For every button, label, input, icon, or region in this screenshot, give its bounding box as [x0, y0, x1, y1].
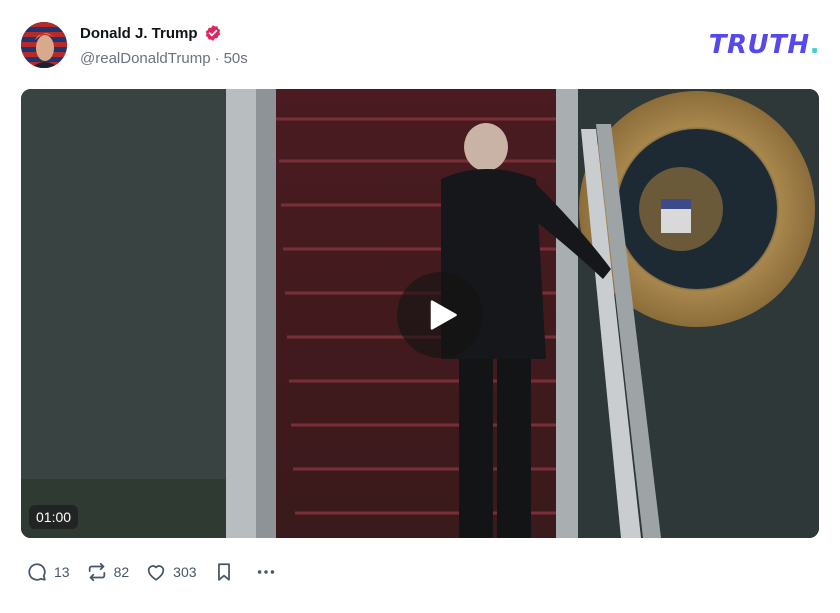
author-row: Donald J. Trump [80, 24, 222, 42]
reply-count: 13 [54, 564, 70, 580]
action-bar: 13 82 303 [26, 559, 293, 585]
truth-logo-dot: . [809, 30, 820, 60]
repost-button[interactable]: 82 [86, 561, 130, 583]
repost-count: 82 [113, 564, 130, 580]
truth-logo[interactable]: TRUTH. [709, 30, 820, 60]
meta-separator: · [214, 50, 220, 67]
verified-badge-icon [204, 24, 222, 42]
author-handle[interactable]: @realDonaldTrump [80, 50, 211, 67]
post-card: Donald J. Trump @realDonaldTrump · 50s TRU… [0, 0, 840, 613]
like-count: 303 [173, 564, 197, 580]
avatar[interactable] [21, 22, 67, 68]
video-duration: 01:00 [29, 505, 79, 529]
bookmark-icon [217, 563, 230, 581]
play-button[interactable] [397, 272, 483, 358]
bookmark-button[interactable] [213, 561, 235, 583]
heart-icon [147, 565, 165, 581]
more-icon [257, 570, 274, 574]
play-icon [430, 300, 457, 330]
repost-icon [88, 562, 105, 582]
post-meta: @realDonaldTrump · 50s [80, 50, 248, 67]
truth-logo-text: TRUTH [708, 30, 810, 60]
reply-icon [28, 563, 46, 581]
post-timestamp[interactable]: 50s [224, 50, 248, 67]
author-display-name[interactable]: Donald J. Trump [80, 25, 198, 42]
video-player[interactable]: 01:00 [21, 89, 819, 538]
reply-button[interactable]: 13 [26, 561, 70, 583]
like-button[interactable]: 303 [145, 561, 197, 583]
more-button[interactable] [255, 561, 277, 583]
